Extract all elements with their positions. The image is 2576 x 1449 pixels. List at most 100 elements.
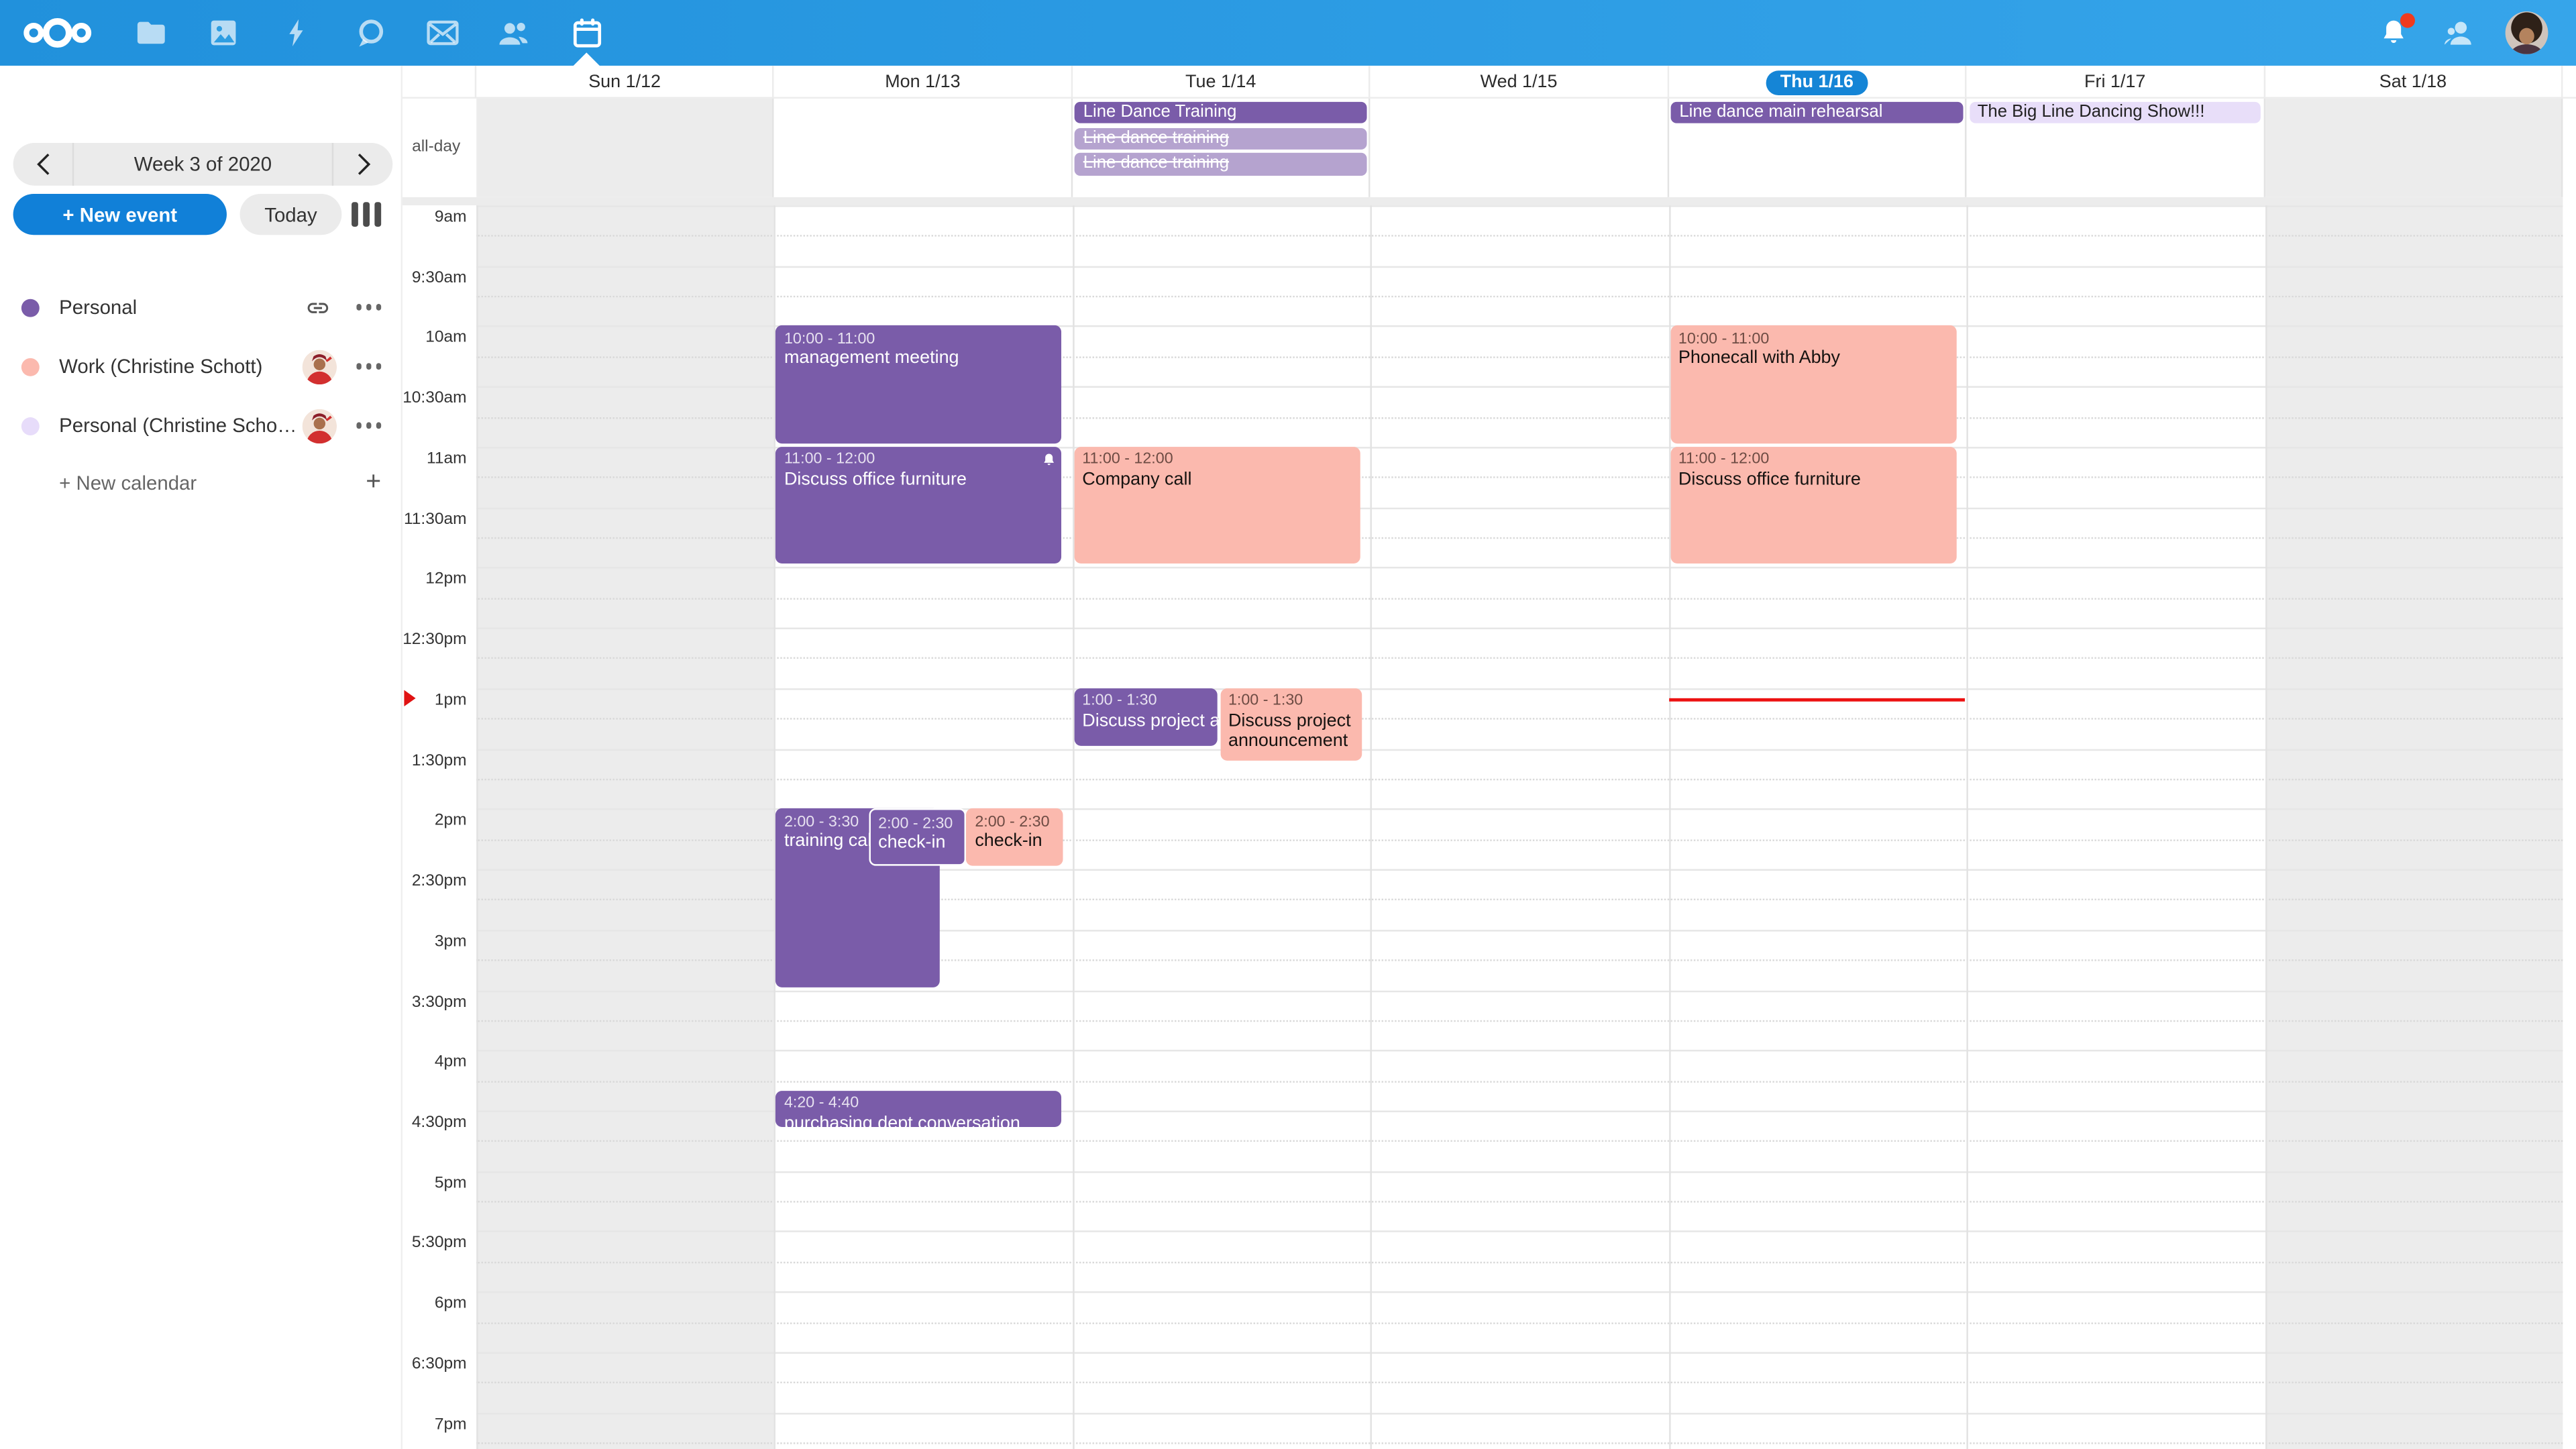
allday-cell-1[interactable]	[775, 99, 1073, 197]
today-day-pill: Thu 1/16	[1766, 70, 1868, 95]
allday-cell-4[interactable]: Line dance main rehearsal	[1668, 99, 1966, 197]
allday-cell-6[interactable]	[2265, 99, 2563, 197]
today-button[interactable]: Today	[240, 194, 342, 235]
day-column-3[interactable]	[1371, 205, 1668, 1449]
event-time: 4:20 - 4:40	[784, 1095, 1055, 1114]
day-header-3[interactable]: Wed 1/15	[1371, 66, 1668, 99]
day-header-row: Sun 1/12 Mon 1/13 Tue 1/14 Wed 1/15 Thu 1/16…	[402, 66, 2576, 99]
calendar-color-dot[interactable]	[21, 417, 40, 435]
event[interactable]: 10:00 - 11:00Phonecall with Abby	[1670, 326, 1957, 443]
day-header-2[interactable]: Tue 1/14	[1073, 66, 1371, 99]
time-label: 9am	[435, 209, 467, 227]
event[interactable]: 11:00 - 12:00Discuss office furniture	[1670, 447, 1957, 564]
app-icon-files[interactable]	[115, 0, 187, 66]
event[interactable]: 11:00 - 12:00Discuss office furniture	[776, 447, 1063, 564]
sidebar-calendar-1[interactable]: Work (Christine Schott)	[0, 337, 402, 396]
allday-cell-0[interactable]	[476, 99, 774, 197]
time-label: 2:30pm	[412, 873, 467, 891]
event-time: 10:00 - 11:00	[1678, 330, 1949, 349]
view-switcher-icon[interactable]	[352, 202, 381, 227]
time-label: 7pm	[435, 1415, 467, 1434]
time-label: 12pm	[425, 571, 466, 589]
next-week-button[interactable]	[333, 143, 392, 186]
time-label: 10am	[425, 329, 466, 347]
day-header-label: Fri 1/17	[2084, 72, 2145, 92]
day-column-4[interactable]: 10:00 - 11:00Phonecall with Abby11:00 - …	[1668, 205, 1966, 1449]
app-icon-photos[interactable]	[187, 0, 260, 66]
photos-icon	[207, 16, 240, 49]
new-event-button[interactable]: + New event	[13, 194, 227, 235]
day-column-5[interactable]	[1967, 205, 2265, 1449]
app-icon-contacts[interactable]	[478, 0, 551, 66]
calendar-color-dot[interactable]	[21, 298, 40, 316]
app-icon-mail[interactable]	[406, 0, 478, 66]
event-title: Discuss office furniture	[784, 470, 1055, 490]
vertical-scrollbar[interactable]	[2563, 99, 2576, 1449]
share-link-icon[interactable]	[301, 290, 333, 323]
time-label: 11am	[427, 450, 466, 468]
day-header-6[interactable]: Sat 1/18	[2265, 66, 2563, 99]
event[interactable]: 1:00 - 1:30Discuss project announcement	[1220, 688, 1362, 761]
day-column-2[interactable]: 11:00 - 12:00Company call 1:00 - 1:30Disc…	[1073, 205, 1371, 1449]
contacts-menu-button[interactable]	[2426, 0, 2492, 66]
allday-event[interactable]: The Big Line Dancing Show!!!	[1969, 102, 2261, 124]
event-time: 1:00 - 1:30	[1228, 692, 1355, 711]
event[interactable]: 2:00 - 2:30check-in	[868, 809, 965, 866]
time-label: 4:30pm	[412, 1114, 467, 1132]
day-header-label: Tue 1/14	[1185, 72, 1256, 92]
allday-event[interactable]: Line dance training	[1075, 153, 1366, 175]
time-label: 1:30pm	[412, 752, 467, 770]
day-header-0[interactable]: Sun 1/12	[476, 66, 774, 99]
calendar-name: Personal	[59, 296, 294, 319]
day-header-label: Sat 1/18	[2379, 72, 2447, 92]
day-header-5[interactable]: Fri 1/17	[1967, 66, 2265, 99]
allday-event[interactable]: Line dance training	[1075, 127, 1366, 150]
day-header-label: Mon 1/13	[885, 72, 960, 92]
link-icon	[305, 295, 329, 320]
day-column-0[interactable]	[476, 205, 774, 1449]
day-header-1[interactable]: Mon 1/13	[775, 66, 1073, 99]
sidebar-calendar-0[interactable]: Personal	[0, 278, 402, 337]
day-header-4[interactable]: Thu 1/16	[1668, 66, 1966, 99]
chevron-right-icon	[356, 153, 370, 176]
new-calendar-button[interactable]: + New calendar +	[0, 455, 402, 514]
time-label: 9:30am	[412, 269, 467, 287]
week-label-button[interactable]: Week 3 of 2020	[74, 153, 331, 176]
event[interactable]: 4:20 - 4:40purchasing dept conversation	[776, 1091, 1063, 1128]
event-time: 2:00 - 2:30	[878, 814, 957, 833]
allday-event[interactable]: Line dance main rehearsal	[1671, 102, 1963, 124]
user-avatar[interactable]	[2506, 11, 2548, 54]
app-icon-activity[interactable]	[261, 0, 333, 66]
event[interactable]: 2:00 - 2:30check-in	[967, 809, 1063, 866]
nextcloud-logo[interactable]	[21, 0, 94, 66]
app-icon-talk[interactable]	[333, 0, 406, 66]
calendar-actions-menu[interactable]	[356, 423, 381, 429]
calendar-color-dot[interactable]	[21, 358, 40, 376]
calendar-actions-menu[interactable]	[356, 305, 381, 311]
day-header-gutter	[402, 66, 476, 99]
current-time-line	[1668, 698, 1965, 702]
event[interactable]: 11:00 - 12:00Company call	[1074, 447, 1360, 564]
calendar-list: Personal Work (Christine Schott)Personal …	[0, 278, 402, 455]
allday-event[interactable]: Line Dance Training	[1075, 102, 1366, 124]
sidebar-calendar-2[interactable]: Personal (Christine Scho…	[0, 396, 402, 455]
time-label: 11:30am	[404, 511, 467, 529]
owner-avatar	[303, 349, 337, 383]
notifications-button[interactable]	[2361, 0, 2426, 66]
allday-cell-2[interactable]: Line Dance Training Line dance training Li…	[1073, 99, 1371, 197]
previous-week-button[interactable]	[13, 143, 72, 186]
event[interactable]: 1:00 - 1:30Discuss project announcement	[1074, 688, 1217, 745]
allday-cell-3[interactable]	[1371, 99, 1668, 197]
day-header-label: Wed 1/15	[1481, 72, 1558, 92]
time-label: 5:30pm	[412, 1234, 467, 1252]
talk-bubble-icon	[352, 15, 386, 50]
event-time: 1:00 - 1:30	[1082, 692, 1210, 711]
event[interactable]: 10:00 - 11:00management meeting	[776, 326, 1063, 443]
day-header-label: Sun 1/12	[588, 72, 661, 92]
day-column-1[interactable]: 10:00 - 11:00management meeting11:00 - 1…	[775, 205, 1073, 1449]
allday-cell-5[interactable]: The Big Line Dancing Show!!!	[1967, 99, 2265, 197]
grid-columns: 10:00 - 11:00management meeting11:00 - 1…	[476, 205, 2563, 1449]
day-column-6[interactable]	[2265, 205, 2563, 1449]
calendar-actions-menu[interactable]	[356, 364, 381, 370]
time-label: 2pm	[435, 812, 467, 830]
